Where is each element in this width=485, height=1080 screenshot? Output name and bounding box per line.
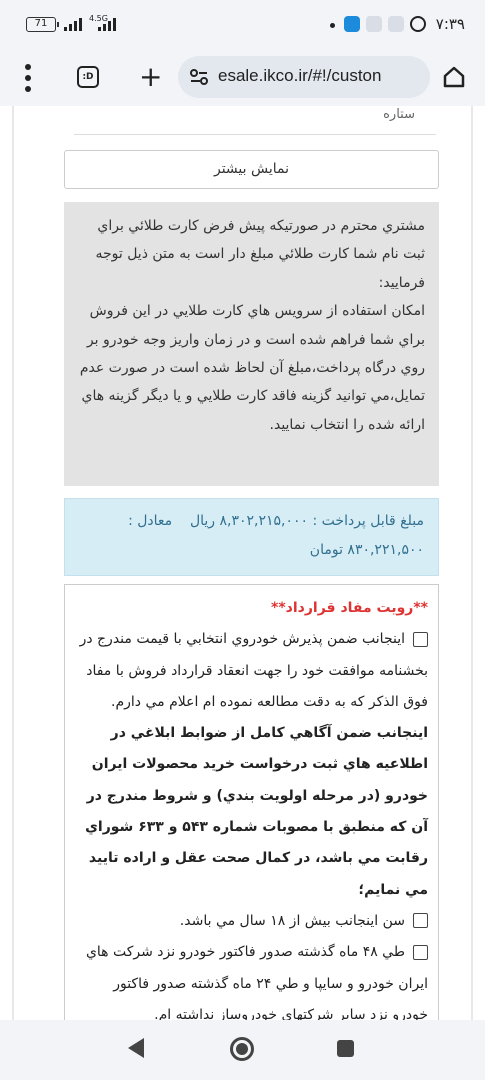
- clock: ۷:۳۹: [435, 15, 465, 33]
- battery-icon: 71: [26, 17, 59, 32]
- app-notification-icon-2: [366, 16, 382, 32]
- browser-toolbar: :D + esale.ikco.ir/#!/custon: [0, 50, 485, 106]
- notification-dot: [330, 23, 335, 28]
- notice-text-1: مشتري محترم در صورتيکه پيش فرض کارت طلائ…: [95, 218, 425, 291]
- show-more-button[interactable]: نمايش بيشتر: [64, 150, 439, 189]
- amount-equals-label: معادل :: [128, 513, 173, 529]
- contract-item-1: اينجانب ضمن پذيرش خودروي انتخابي با قيمت…: [75, 624, 428, 718]
- contract-item-3-text: طي ۴۸ ماه گذشته صدور فاکتور خودرو نزد شر…: [85, 944, 428, 1020]
- signal-icon-2: [98, 18, 116, 31]
- recent-apps-icon[interactable]: [337, 1040, 354, 1057]
- url-text[interactable]: esale.ikco.ir/#!/custon: [218, 66, 381, 86]
- amount-toman: ۸۳۰,۲۲۱,۵۰۰ تومان: [309, 542, 424, 558]
- page-content: ستاره نمايش بيشتر مشتري محترم در صورتيکه…: [0, 106, 485, 1020]
- app-notification-icon-3: [388, 16, 404, 32]
- contract-title: **رويت مفاد قرارداد**: [271, 600, 428, 616]
- amount-rial: ۸,۳۰۲,۲۱۵,۰۰۰ ريال: [189, 513, 309, 529]
- page-frame: ستاره نمايش بيشتر مشتري محترم در صورتيکه…: [12, 106, 473, 1020]
- home-button-icon[interactable]: [230, 1037, 254, 1061]
- checkbox-age[interactable]: [413, 913, 428, 929]
- menu-icon[interactable]: [24, 64, 32, 92]
- contract-item-2-text: سن اينجانب بيش از ۱۸ سال مي باشد.: [179, 912, 405, 929]
- home-icon[interactable]: [442, 65, 466, 89]
- new-tab-icon[interactable]: +: [139, 63, 162, 91]
- rating-label: ستاره: [383, 107, 415, 122]
- system-navigation-bar: [0, 1020, 485, 1080]
- contract-item-2: سن اينجانب بيش از ۱۸ سال مي باشد.: [75, 906, 428, 937]
- amount-label: مبلغ قابل پرداخت :: [312, 513, 424, 529]
- signal-icon: [64, 18, 82, 31]
- checkbox-invoice-history[interactable]: [413, 944, 428, 960]
- notice-text-2: امکان استفاده از سرويس هاي کارت طلايي در…: [79, 303, 425, 433]
- golden-card-notice: مشتري محترم در صورتيکه پيش فرض کارت طلائ…: [64, 202, 439, 486]
- app-notification-icon: [344, 16, 360, 32]
- battery-level: 71: [34, 18, 48, 29]
- payable-amount-box: مبلغ قابل پرداخت : ۸,۳۰۲,۲۱۵,۰۰۰ ريال مع…: [64, 498, 439, 576]
- contract-item-3: طي ۴۸ ماه گذشته صدور فاکتور خودرو نزد شر…: [75, 937, 428, 1020]
- contract-item-1-text: اينجانب ضمن پذيرش خودروي انتخابي با قيمت…: [79, 631, 428, 710]
- back-icon[interactable]: [128, 1038, 144, 1058]
- contract-acknowledgement: اينجانب ضمن آگاهي کامل از ضوابط ابلاغي د…: [85, 725, 428, 898]
- site-settings-icon[interactable]: [190, 68, 208, 86]
- divider: [74, 134, 436, 135]
- alarm-icon: [410, 16, 426, 32]
- address-bar[interactable]: esale.ikco.ir/#!/custon: [178, 56, 430, 98]
- tab-switcher-button[interactable]: :D: [77, 66, 99, 88]
- checkbox-accept-price[interactable]: [413, 631, 428, 647]
- status-bar: 71 4.5G ۷:۳۹: [0, 0, 485, 50]
- contract-terms-box: **رويت مفاد قرارداد** اينجانب ضمن پذيرش …: [64, 584, 439, 1020]
